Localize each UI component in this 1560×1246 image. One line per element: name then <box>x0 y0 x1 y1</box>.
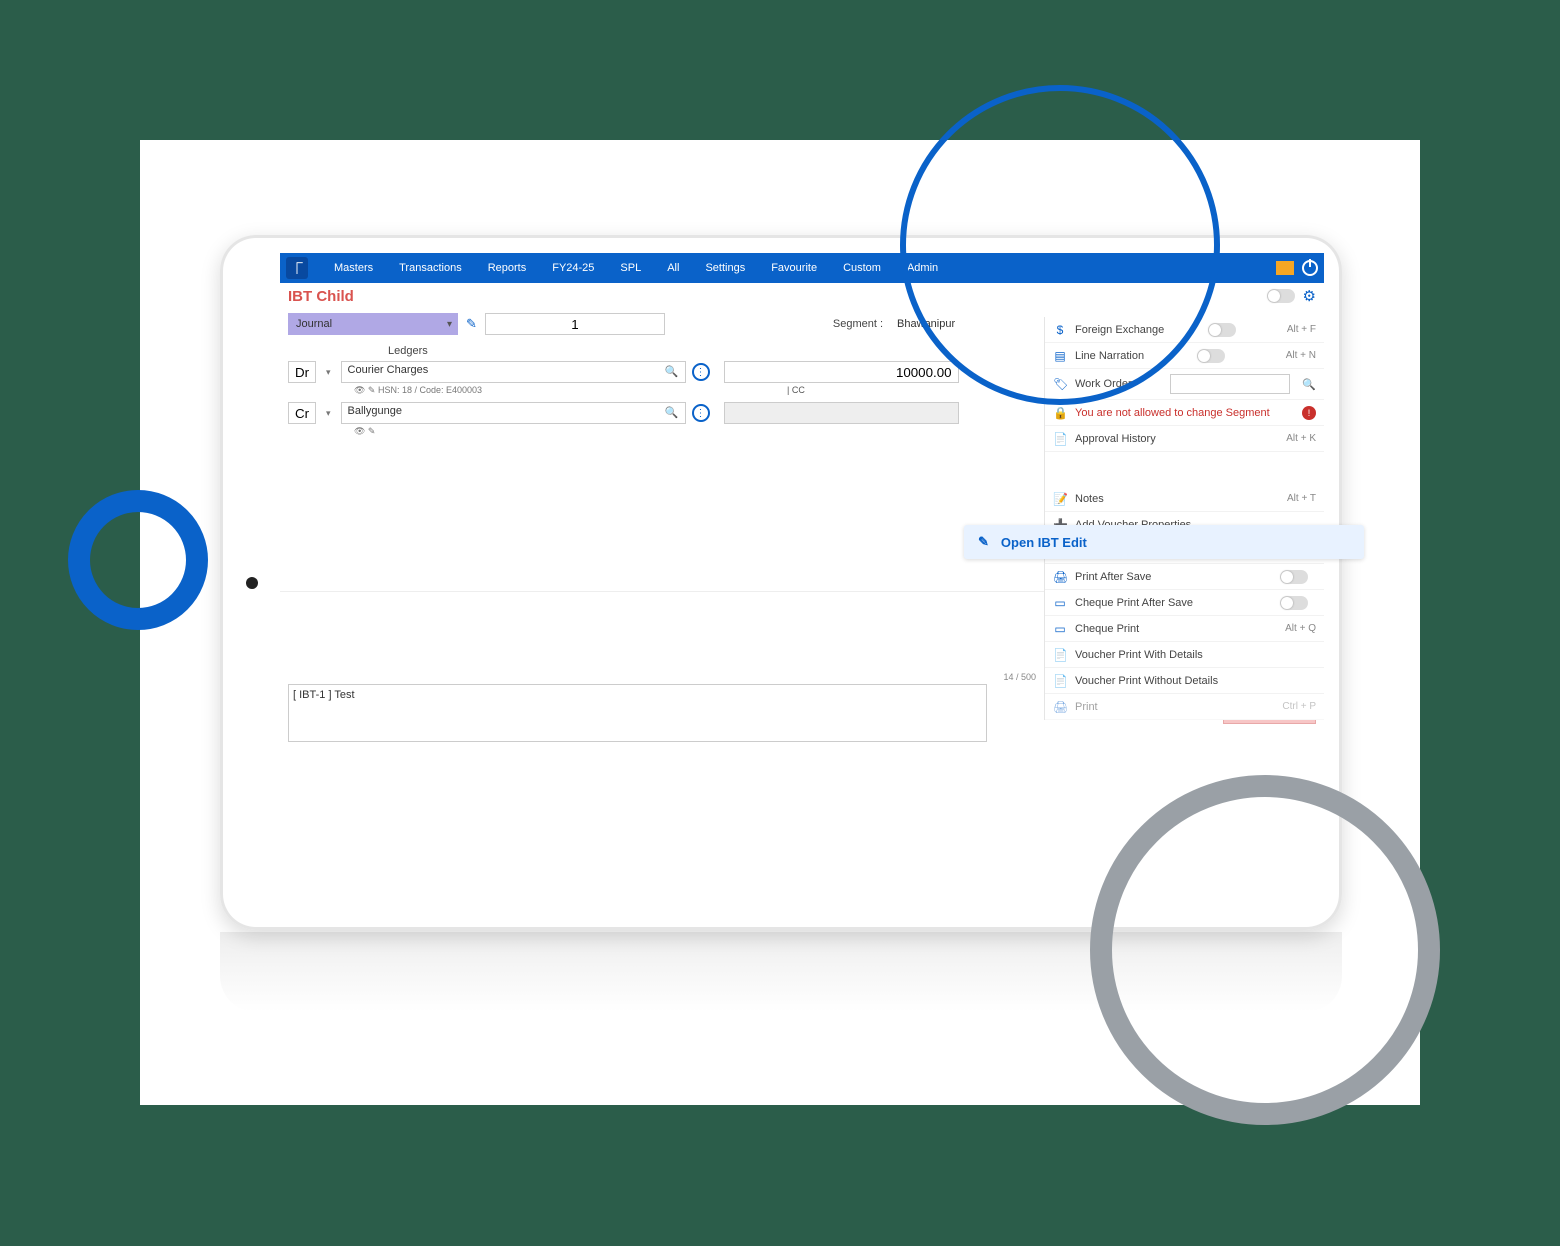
debit-input[interactable] <box>724 402 959 424</box>
opt-label: Notes <box>1075 493 1104 505</box>
opt-cheque-print[interactable]: ▭ Cheque Print Alt + Q <box>1045 616 1324 642</box>
cc-link[interactable]: | CC <box>787 385 805 396</box>
work-order-input[interactable] <box>1170 374 1290 394</box>
toggle-cheque-print-after-save[interactable] <box>1280 596 1308 610</box>
tablet-camera <box>246 577 258 589</box>
shortcut: Alt + Q <box>1285 623 1316 634</box>
debit-input[interactable] <box>724 361 959 383</box>
history-icon: 📄 <box>1053 432 1067 446</box>
gear-icon[interactable]: ⚙ <box>1303 287 1316 305</box>
opt-voucher-print-without-details[interactable]: 📄 Voucher Print Without Details <box>1045 668 1324 694</box>
opt-open-ibt-edit[interactable]: ✎ Open IBT Edit <box>964 525 1364 559</box>
print-icon: 🖨 <box>1053 700 1067 714</box>
shortcut: Ctrl + P <box>1282 701 1316 712</box>
shortcut: Alt + K <box>1286 433 1316 444</box>
nav-reports[interactable]: Reports <box>488 262 527 274</box>
opt-cheque-print-after-save[interactable]: ▭ Cheque Print After Save <box>1045 590 1324 616</box>
opt-label: Open IBT Edit <box>1001 535 1087 550</box>
cheque-icon: ▭ <box>1053 596 1067 610</box>
opt-notes[interactable]: 📝 Notes Alt + T <box>1045 486 1324 512</box>
lock-icon: 🔒 <box>1053 406 1067 420</box>
page-title: IBT Child <box>288 288 354 305</box>
col-header-ledgers: Ledgers <box>388 345 428 357</box>
shortcut: Alt + T <box>1287 493 1316 504</box>
note-icon: 📝 <box>1053 492 1067 506</box>
opt-label: Print <box>1075 701 1098 713</box>
ledger-value: Ballygunge <box>348 405 402 417</box>
shortcut: Alt + N <box>1286 350 1316 361</box>
error-icon: ! <box>1302 406 1316 420</box>
drcr-input[interactable] <box>288 361 316 383</box>
nav-settings[interactable]: Settings <box>705 262 745 274</box>
nav-spl[interactable]: SPL <box>620 262 641 274</box>
opt-label: You are not allowed to change Segment <box>1075 407 1270 419</box>
search-icon[interactable]: 🔍 <box>1302 378 1316 391</box>
decorative-circle <box>900 85 1220 405</box>
nav-custom[interactable]: Custom <box>843 262 881 274</box>
voucher-number-input[interactable] <box>485 313 665 335</box>
edit-voucher-type-icon[interactable]: ✎ <box>466 316 477 332</box>
app-logo[interactable]: ⎾ <box>286 257 308 279</box>
search-icon[interactable]: 🔍 <box>665 365 679 378</box>
ledger-input[interactable]: Courier Charges 🔍 <box>341 361 686 383</box>
entry-meta-text: 👁 ✎ <box>354 426 375 437</box>
opt-approval-history[interactable]: 📄 Approval History Alt + K <box>1045 426 1324 452</box>
narration-input[interactable]: [ IBT-1 ] Test <box>288 684 987 742</box>
chevron-down-icon[interactable]: ▾ <box>322 408 335 419</box>
opt-label: Approval History <box>1075 433 1156 445</box>
toggle-line-narration[interactable] <box>1197 349 1225 363</box>
opt-print-after-save[interactable]: 🖨 Print After Save <box>1045 564 1324 590</box>
row-action-icon[interactable]: ⋮ <box>692 404 710 422</box>
cheque-icon: ▭ <box>1053 622 1067 636</box>
print-icon: 🖨 <box>1053 570 1067 584</box>
opt-label: Print After Save <box>1075 571 1151 583</box>
search-icon[interactable]: 🔍 <box>665 406 679 419</box>
power-icon[interactable] <box>1302 260 1318 276</box>
chevron-down-icon[interactable]: ▾ <box>322 367 335 378</box>
mail-icon[interactable] <box>1276 261 1294 275</box>
shortcut: Alt + F <box>1287 324 1316 335</box>
toggle-foreign-exchange[interactable] <box>1208 323 1236 337</box>
nav-favourite[interactable]: Favourite <box>771 262 817 274</box>
nav-all[interactable]: All <box>667 262 679 274</box>
opt-label: Cheque Print <box>1075 623 1139 635</box>
toggle-print-after-save[interactable] <box>1280 570 1308 584</box>
drcr-input[interactable] <box>288 402 316 424</box>
opt-print[interactable]: 🖨 Print Ctrl + P <box>1045 694 1324 720</box>
segment-label: Segment : <box>833 318 883 330</box>
opt-label: Voucher Print Without Details <box>1075 675 1218 687</box>
doc-icon: 📄 <box>1053 648 1067 662</box>
opt-voucher-print-with-details[interactable]: 📄 Voucher Print With Details <box>1045 642 1324 668</box>
opt-label: Cheque Print After Save <box>1075 597 1193 609</box>
nav-transactions[interactable]: Transactions <box>399 262 462 274</box>
row-action-icon[interactable]: ⋮ <box>692 363 710 381</box>
pencil-icon: ✎ <box>978 534 989 550</box>
nav-masters[interactable]: Masters <box>334 262 373 274</box>
decorative-circle <box>68 490 208 630</box>
entry-meta-text: 👁 ✎ HSN: 18 / Code: E400003 <box>354 385 482 396</box>
ledger-input[interactable]: Ballygunge 🔍 <box>341 402 686 424</box>
ledger-value: Courier Charges <box>348 364 429 376</box>
doc-icon: 📄 <box>1053 674 1067 688</box>
voucher-type-select[interactable]: Journal <box>288 313 458 335</box>
header-toggle[interactable] <box>1267 289 1295 303</box>
opt-label: Voucher Print With Details <box>1075 649 1203 661</box>
opt-segment-error: 🔒 You are not allowed to change Segment … <box>1045 400 1324 426</box>
decorative-circle <box>1090 775 1440 1125</box>
nav-fy[interactable]: FY24-25 <box>552 262 594 274</box>
voucher-type-value: Journal <box>296 318 332 330</box>
